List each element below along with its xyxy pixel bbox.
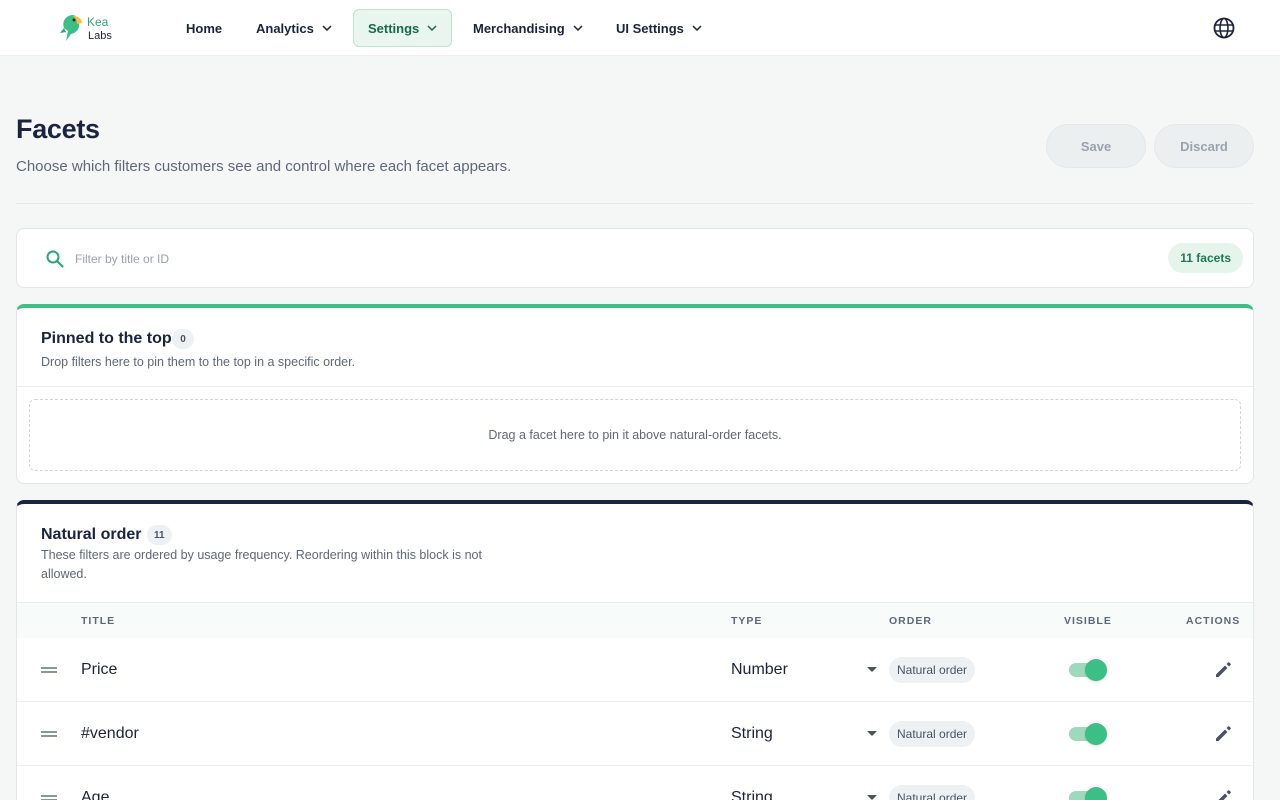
facet-order-badge: Natural order <box>889 657 976 683</box>
natural-desc-line1: These filters are ordered by usage frequ… <box>41 548 482 562</box>
caret-down-icon <box>867 795 877 800</box>
natural-block-description: These filters are ordered by usage frequ… <box>41 546 482 584</box>
caret-down-icon <box>867 731 877 736</box>
facet-visible-toggle[interactable] <box>1069 659 1107 681</box>
brand-name-line1: Kea <box>87 15 109 29</box>
save-button[interactable]: Save <box>1046 124 1146 168</box>
nav-ui-settings[interactable]: UI Settings <box>602 9 716 47</box>
column-header-visible: VISIBLE <box>1064 615 1112 627</box>
pinned-dropzone[interactable]: Drag a facet here to pin it above natura… <box>29 399 1241 471</box>
page-subtitle: Choose which filters customers see and c… <box>16 158 512 175</box>
chevron-down-icon <box>573 25 583 31</box>
facet-order-badge: Natural order <box>889 721 976 747</box>
pinned-block-title: Pinned to the top <box>41 330 172 347</box>
column-header-type: TYPE <box>731 615 763 627</box>
table-header: TITLE TYPE ORDER VISIBLE ACTIONS <box>17 602 1253 638</box>
facet-type-value: String <box>731 789 773 800</box>
table-row: #vendor String Natural order <box>17 702 1253 766</box>
facet-type-value: String <box>731 725 773 742</box>
column-header-order: ORDER <box>889 615 932 627</box>
drag-handle-icon[interactable] <box>41 795 57 800</box>
page-title: Facets <box>16 114 100 144</box>
facet-type-select[interactable]: String <box>731 784 877 800</box>
facet-count-badge: 11 facets <box>1168 243 1243 273</box>
nav-merchandising[interactable]: Merchandising <box>459 9 597 47</box>
table-row: Age String Natural order <box>17 766 1253 800</box>
pencil-icon[interactable] <box>1213 788 1233 800</box>
natural-count-badge: 11 <box>147 525 172 545</box>
caret-down-icon <box>867 667 877 672</box>
natural-desc-line2: allowed. <box>41 567 87 581</box>
toggle-knob <box>1085 659 1107 681</box>
column-header-actions: ACTIONS <box>1186 615 1241 627</box>
brand-name-line2: Labs <box>88 30 112 42</box>
drag-handle-icon[interactable] <box>41 731 57 737</box>
nav-merchandising-label: Merchandising <box>473 20 565 36</box>
table-row: Price Number Natural order <box>17 638 1253 702</box>
facet-order-badge: Natural order <box>889 785 976 800</box>
discard-button[interactable]: Discard <box>1154 124 1254 168</box>
facet-filter-bar: 11 facets <box>16 228 1254 288</box>
chevron-down-icon <box>427 25 437 31</box>
drag-handle-icon[interactable] <box>41 667 57 673</box>
facet-visible-toggle[interactable] <box>1069 723 1107 745</box>
nav-ui-settings-label: UI Settings <box>616 20 684 36</box>
brand-logo[interactable]: Kea Labs <box>60 13 120 45</box>
nav-analytics[interactable]: Analytics <box>242 9 346 47</box>
pinned-count-badge: 0 <box>172 329 194 349</box>
header-divider <box>16 203 1254 204</box>
search-icon <box>45 249 65 269</box>
facet-type-value: Number <box>731 661 788 678</box>
nav-home-label: Home <box>186 20 223 36</box>
pinned-block-separator <box>17 386 1253 387</box>
toggle-knob <box>1085 787 1107 800</box>
facet-filter-input[interactable] <box>75 247 975 271</box>
facet-title: #vendor <box>81 725 139 742</box>
chevron-down-icon <box>692 25 702 31</box>
natural-block-title: Natural order <box>41 526 142 543</box>
facet-visible-toggle[interactable] <box>1069 787 1107 800</box>
facet-title: Age <box>81 789 110 800</box>
parrot-logo-icon <box>60 15 82 41</box>
nav-settings-label: Settings <box>368 20 420 36</box>
chevron-down-icon <box>322 25 332 31</box>
facet-type-select[interactable]: String <box>731 720 877 748</box>
pencil-icon[interactable] <box>1213 724 1233 744</box>
natural-order-block: Natural order 11 These filters are order… <box>16 500 1254 800</box>
nav-analytics-label: Analytics <box>256 20 314 36</box>
globe-icon[interactable] <box>1212 16 1236 40</box>
facet-title: Price <box>81 661 118 678</box>
facet-type-select[interactable]: Number <box>731 656 877 684</box>
top-navigation: Kea Labs Home Analytics Settings Merchan… <box>0 0 1280 56</box>
pencil-icon[interactable] <box>1213 660 1233 680</box>
nav-home[interactable]: Home <box>172 9 236 47</box>
column-header-title: TITLE <box>81 615 116 627</box>
toggle-knob <box>1085 723 1107 745</box>
pinned-block: Pinned to the top 0 Drop filters here to… <box>16 304 1254 484</box>
pinned-block-description: Drop filters here to pin them to the top… <box>41 355 356 369</box>
dropzone-text: Drag a facet here to pin it above natura… <box>488 428 782 442</box>
nav-settings[interactable]: Settings <box>353 9 452 47</box>
